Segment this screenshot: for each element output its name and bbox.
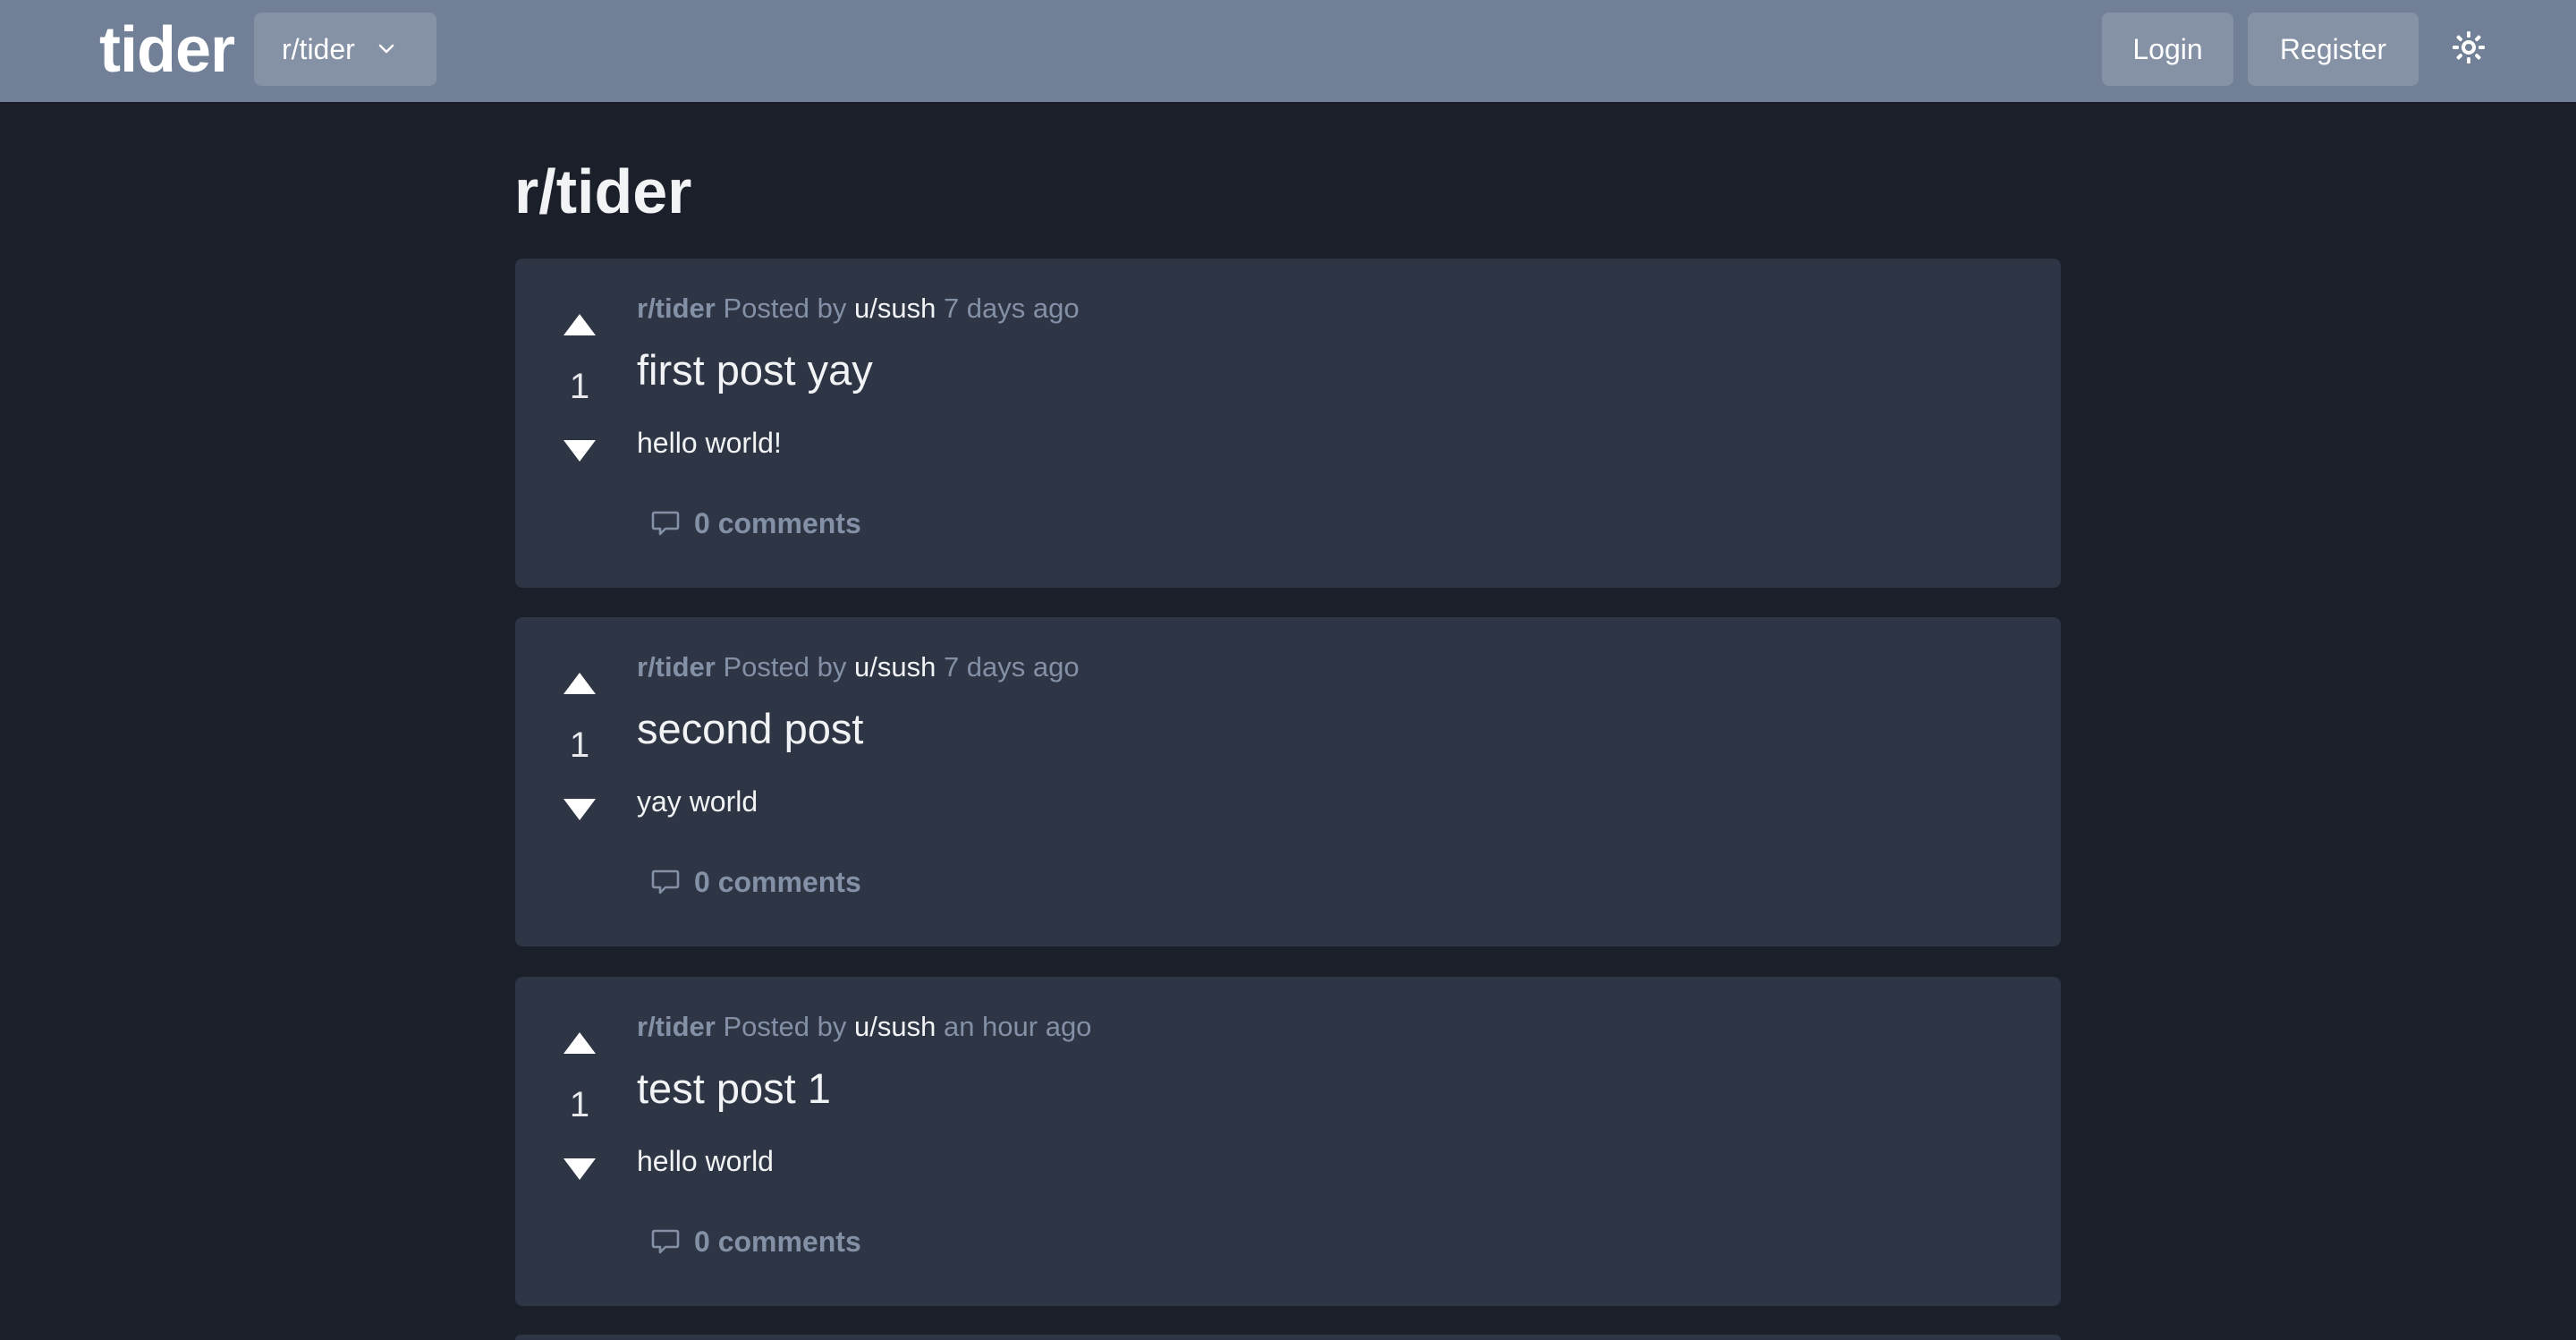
post-title[interactable]: second post: [637, 703, 863, 755]
post-card[interactable]: 1 r/tider Posted by u/sush 7 days ago fi…: [515, 259, 2061, 588]
post-body: yay world: [637, 785, 758, 818]
comments-count: 0 comments: [694, 866, 861, 898]
post-time: 7 days ago: [943, 651, 1080, 683]
theme-toggle-button[interactable]: [2449, 30, 2488, 69]
post-card-partial[interactable]: [515, 1335, 2061, 1340]
post-time: 7 days ago: [943, 293, 1080, 324]
post-author-link[interactable]: u/sush: [854, 651, 936, 683]
post-time: an hour ago: [943, 1011, 1092, 1042]
upvote-button[interactable]: [560, 670, 599, 697]
vote-count: 1: [569, 725, 590, 765]
arrow-up-icon: [564, 314, 596, 335]
post-subreddit-link[interactable]: r/tider: [637, 293, 716, 324]
page-title: r/tider: [514, 157, 692, 226]
post-subreddit-link[interactable]: r/tider: [637, 1011, 716, 1042]
vote-count: 1: [569, 1085, 590, 1124]
comments-count: 0 comments: [694, 1226, 861, 1258]
post-subreddit-link[interactable]: r/tider: [637, 651, 716, 683]
posted-by-label: Posted by: [723, 293, 847, 324]
vote-count: 1: [569, 367, 590, 406]
community-dropdown-label: r/tider: [282, 32, 355, 65]
arrow-down-icon: [564, 1158, 596, 1180]
comments-count: 0 comments: [694, 507, 861, 539]
comments-link[interactable]: 0 comments: [649, 864, 861, 900]
login-button[interactable]: Login: [2102, 13, 2233, 86]
arrow-down-icon: [564, 440, 596, 462]
post-body: hello world!: [637, 427, 782, 459]
arrow-up-icon: [564, 1032, 596, 1054]
post-meta: r/tider Posted by u/sush 7 days ago: [637, 291, 1080, 327]
post-title[interactable]: test post 1: [637, 1063, 831, 1115]
register-button[interactable]: Register: [2248, 13, 2419, 86]
comment-icon: [649, 507, 682, 539]
top-navbar: tider r/tider Login Register: [0, 0, 2576, 102]
vote-column: 1: [515, 259, 644, 588]
downvote-button[interactable]: [560, 796, 599, 823]
comment-icon: [649, 1226, 682, 1258]
post-author-link[interactable]: u/sush: [854, 293, 936, 324]
posted-by-label: Posted by: [723, 1011, 847, 1042]
post-author-link[interactable]: u/sush: [854, 1011, 936, 1042]
arrow-up-icon: [564, 673, 596, 694]
post-card[interactable]: 1 r/tider Posted by u/sush an hour ago t…: [515, 977, 2061, 1306]
post-meta: r/tider Posted by u/sush 7 days ago: [637, 649, 1080, 685]
comment-icon: [649, 866, 682, 898]
vote-column: 1: [515, 977, 644, 1306]
vote-column: 1: [515, 617, 644, 946]
brand-logo[interactable]: tider: [99, 13, 235, 88]
posted-by-label: Posted by: [723, 651, 847, 683]
chevron-down-icon: [377, 39, 396, 59]
downvote-button[interactable]: [560, 1156, 599, 1183]
post-title[interactable]: first post yay: [637, 344, 873, 396]
sun-icon: [2452, 30, 2486, 69]
post-meta: r/tider Posted by u/sush an hour ago: [637, 1009, 1091, 1045]
upvote-button[interactable]: [560, 1030, 599, 1056]
community-dropdown[interactable]: r/tider: [254, 13, 436, 86]
comments-link[interactable]: 0 comments: [649, 505, 861, 541]
arrow-down-icon: [564, 799, 596, 820]
comments-link[interactable]: 0 comments: [649, 1224, 861, 1259]
upvote-button[interactable]: [560, 311, 599, 338]
post-body: hello world: [637, 1145, 774, 1177]
downvote-button[interactable]: [560, 437, 599, 464]
post-card[interactable]: 1 r/tider Posted by u/sush 7 days ago se…: [515, 617, 2061, 946]
